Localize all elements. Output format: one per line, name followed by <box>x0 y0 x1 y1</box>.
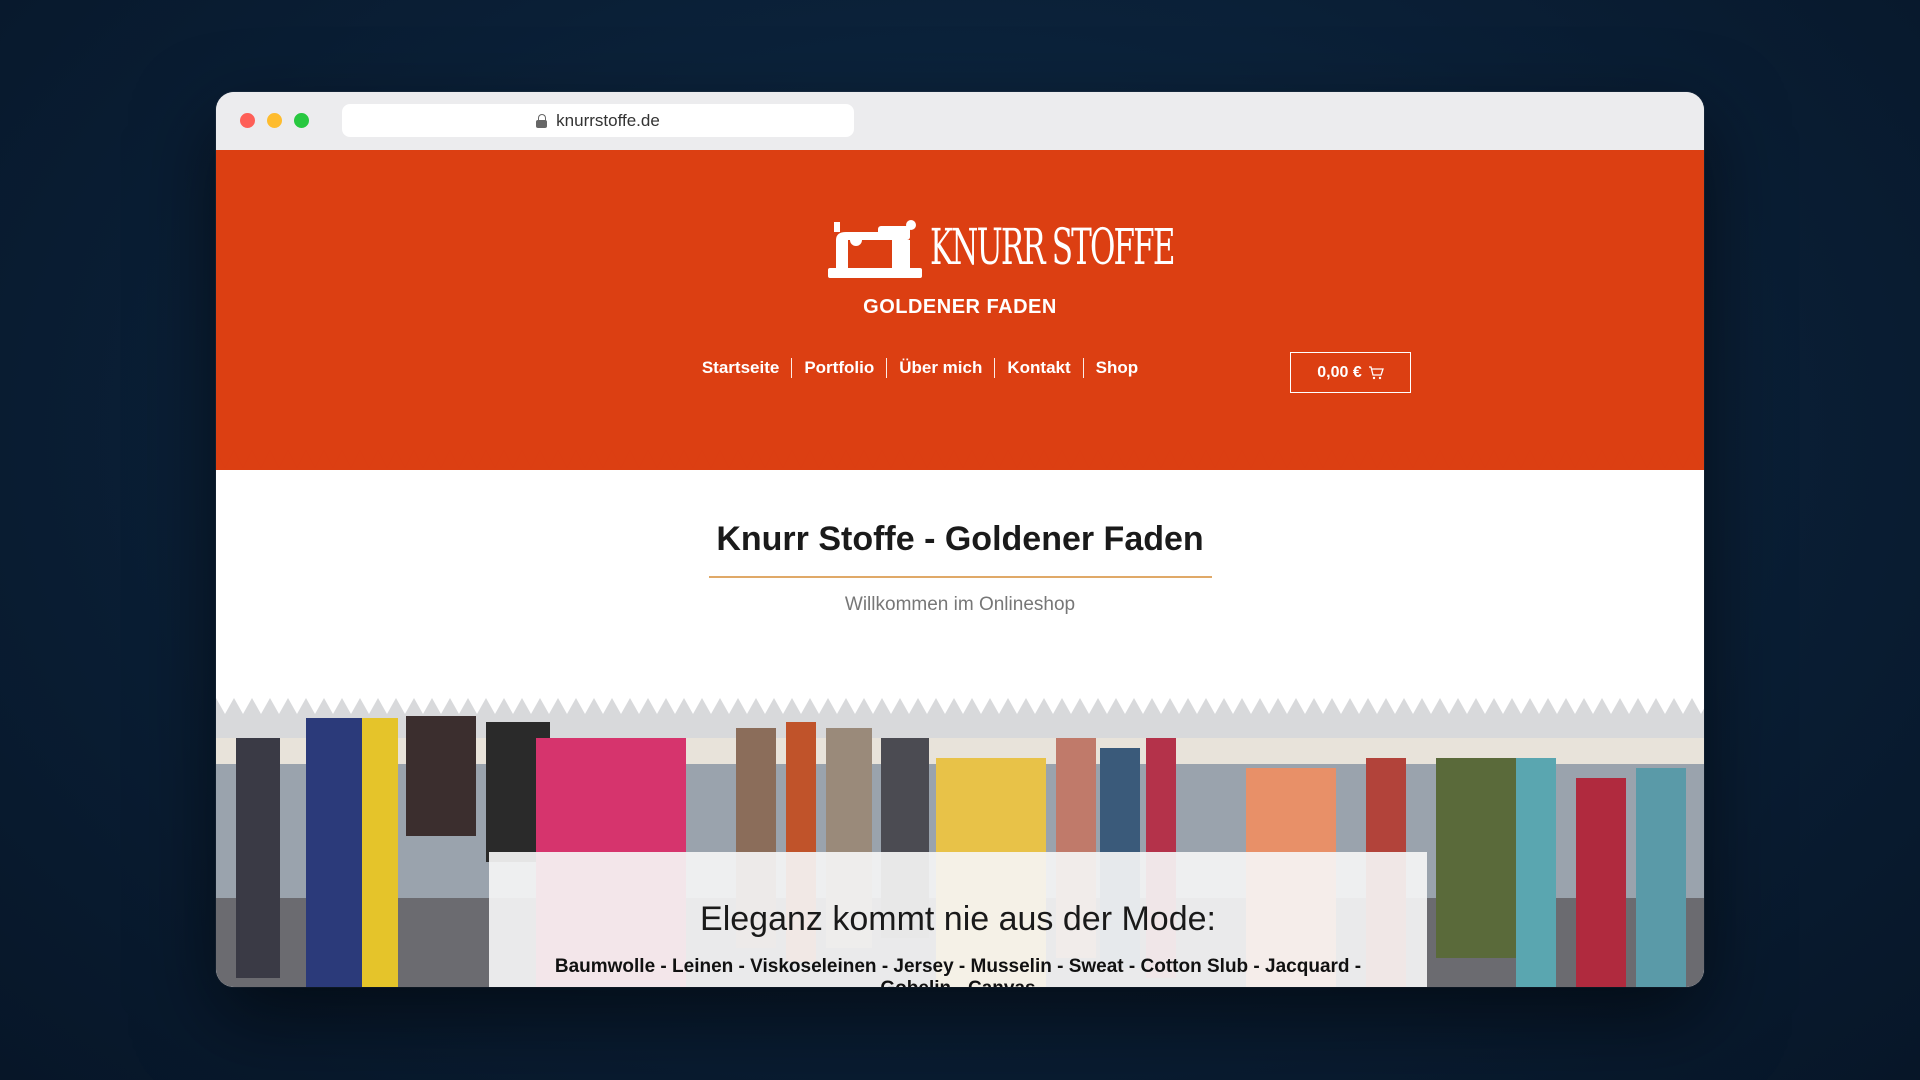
minimize-window-button[interactable] <box>267 113 282 128</box>
maximize-window-button[interactable] <box>294 113 309 128</box>
main-nav: Startseite Portfolio Über mich Kontakt S… <box>216 358 1704 378</box>
page-subtitle: Willkommen im Onlineshop <box>844 594 1076 615</box>
title-underline <box>709 576 1212 578</box>
browser-window: knurrstoffe.de KNURR STOFFE GOLDENER FAD… <box>216 92 1704 987</box>
cart-button[interactable]: 0,00 € <box>1290 352 1411 393</box>
page-content: KNURR STOFFE GOLDENER FADEN Startseite P… <box>216 150 1704 987</box>
nav-item-startseite[interactable]: Startseite <box>690 358 791 378</box>
nav-divider <box>1082 358 1084 378</box>
nav-item-portfolio[interactable]: Portfolio <box>792 358 886 378</box>
hero-text-box: Eleganz kommt nie aus der Mode: Baumwoll… <box>489 852 1427 987</box>
nav-divider <box>994 358 996 378</box>
site-tagline: GOLDENER FADEN <box>863 296 1057 318</box>
page-title: Knurr Stoffe - Goldener Faden <box>716 520 1204 558</box>
nav-divider <box>886 358 888 378</box>
url-text: knurrstoffe.de <box>556 110 660 130</box>
lock-icon <box>536 113 548 128</box>
cart-total: 0,00 € <box>1317 363 1362 381</box>
cart-icon <box>1368 365 1384 379</box>
logo-wordmark: KNURR STOFFE <box>930 218 1175 276</box>
site-header: KNURR STOFFE GOLDENER FADEN Startseite P… <box>216 150 1704 470</box>
hero-fabric-list: Baumwolle - Leinen - Viskoseleinen - Jer… <box>554 956 1362 987</box>
hero-title: Eleganz kommt nie aus der Mode: <box>700 900 1216 938</box>
hero-banner: Eleganz kommt nie aus der Mode: Baumwoll… <box>216 698 1704 987</box>
address-bar[interactable]: knurrstoffe.de <box>342 104 854 137</box>
nav-item-shop[interactable]: Shop <box>1084 358 1151 378</box>
close-window-button[interactable] <box>240 113 255 128</box>
browser-titlebar: knurrstoffe.de <box>216 92 1704 150</box>
nav-item-ueber-mich[interactable]: Über mich <box>887 358 994 378</box>
nav-divider <box>791 358 793 378</box>
nav-item-kontakt[interactable]: Kontakt <box>995 358 1082 378</box>
header-zigzag-edge <box>216 450 1704 468</box>
